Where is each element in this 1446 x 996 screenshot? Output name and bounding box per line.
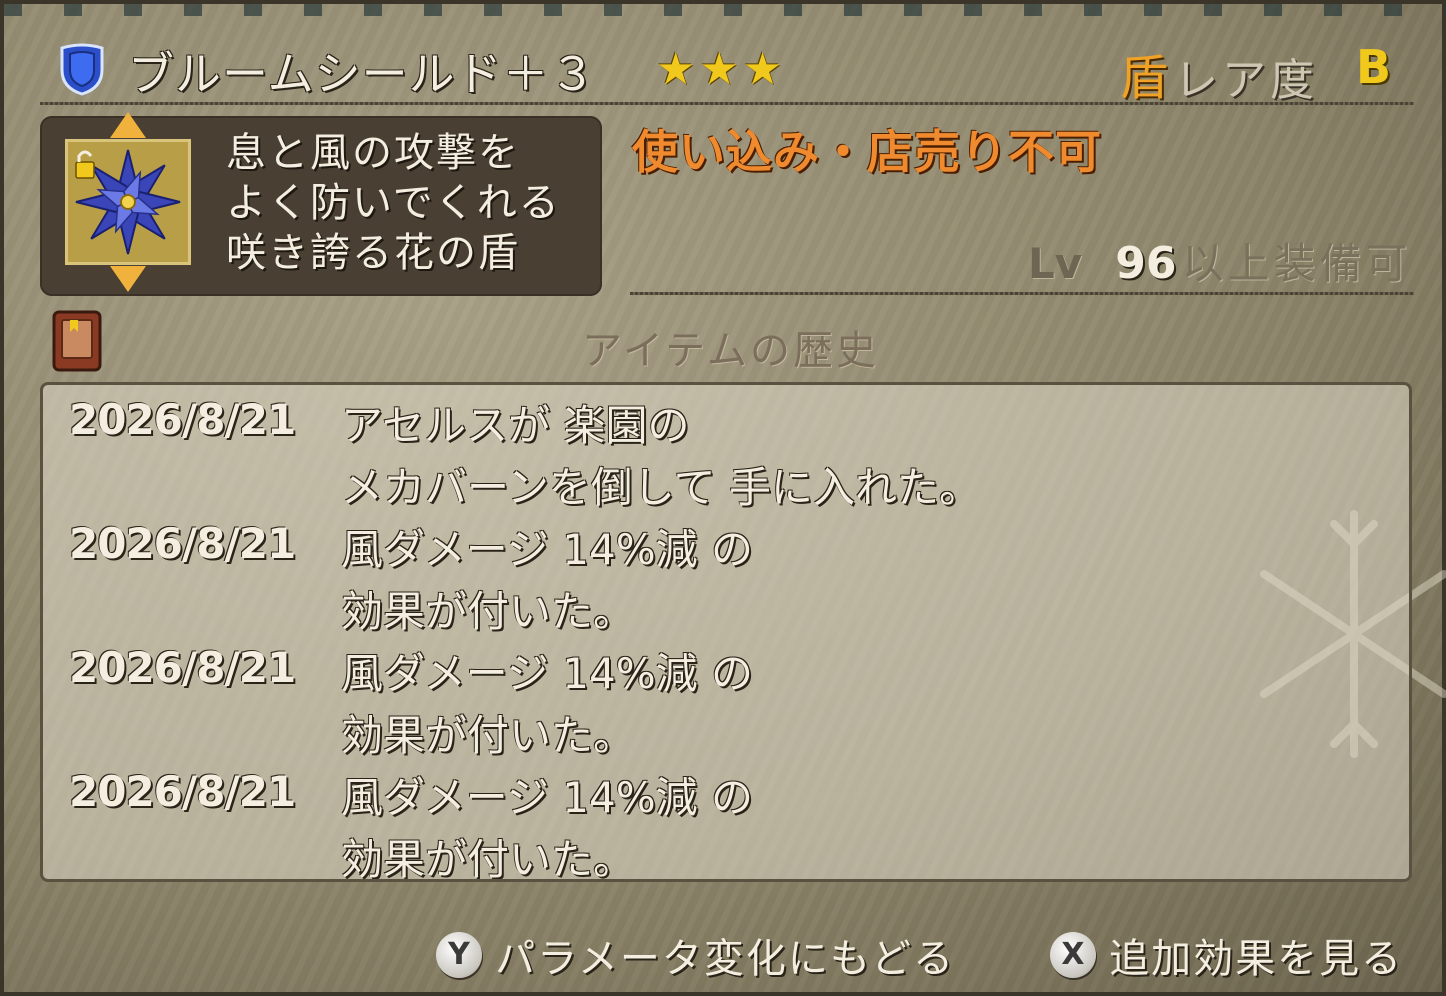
level-divider <box>630 292 1414 295</box>
history-entry: 2026/8/21 風ダメージ 14%減 の 効果が付いた。 <box>43 643 1403 767</box>
entry-line: 風ダメージ 14%減 の <box>341 649 753 698</box>
category-shield-icon: 盾 <box>1120 50 1169 106</box>
history-title: アイテムの歴史 <box>582 328 879 374</box>
entry-line: メカバーンを倒して 手に入れた。 <box>341 463 981 512</box>
entry-date: 2026/8/21 <box>69 395 296 444</box>
history-entry: 2026/8/21 風ダメージ 14%減 の 効果が付いた。 <box>43 767 1403 882</box>
lock-icon <box>75 150 95 179</box>
decorative-border <box>4 4 1446 16</box>
entry-text: 風ダメージ 14%減 の 効果が付いた。 <box>341 643 753 767</box>
item-image <box>65 139 191 265</box>
entry-date: 2026/8/21 <box>69 767 296 816</box>
rarity-label: レア度 <box>1174 55 1318 106</box>
view-additional-effects-label: 追加効果を見る <box>1109 936 1404 982</box>
entry-date: 2026/8/21 <box>69 519 296 568</box>
entry-line: 効果が付いた。 <box>341 587 636 636</box>
book-icon <box>52 310 102 372</box>
item-description: 息と風の攻撃を よく防いでくれる 咲き誇る花の盾 <box>226 128 561 278</box>
title-divider <box>40 102 1414 105</box>
equip-level-requirement: Lv 96 以上装備可 <box>1028 230 1412 290</box>
history-entry: 2026/8/21 風ダメージ 14%減 の 効果が付いた。 <box>43 519 1403 643</box>
item-detail-window: ブルームシールド＋３ ★★★ 盾 レア度 B 息と風の攻撃を よく防いでくれる … <box>0 0 1446 996</box>
restriction-text: 使い込み・店売り不可 <box>632 125 1102 179</box>
entry-line: アセルスが 楽園の <box>341 401 690 450</box>
rarity-value: B <box>1356 40 1392 94</box>
level-suffix: 以上装備可 <box>1181 239 1412 288</box>
scroll-down-arrow-icon[interactable] <box>110 266 146 292</box>
entry-line: 風ダメージ 14%減 の <box>341 773 753 822</box>
shield-icon <box>60 43 104 96</box>
entry-date: 2026/8/21 <box>69 643 296 692</box>
level-value: 96 <box>1115 238 1177 289</box>
item-description-box: 息と風の攻撃を よく防いでくれる 咲き誇る花の盾 <box>40 112 602 296</box>
description-line: 息と風の攻撃を <box>226 130 520 176</box>
back-to-parameters-button[interactable]: Y パラメータ変化にもどる <box>436 926 955 982</box>
level-label: Lv <box>1028 239 1083 288</box>
entry-line: 効果が付いた。 <box>341 711 636 760</box>
scroll-up-arrow-icon[interactable] <box>110 112 146 138</box>
x-button-icon: X <box>1050 932 1096 978</box>
bloom-flower-shield-icon <box>75 149 181 255</box>
entry-text: 風ダメージ 14%減 の 効果が付いた。 <box>341 519 753 643</box>
entry-text: 風ダメージ 14%減 の 効果が付いた。 <box>341 767 753 882</box>
item-name: ブルームシールド＋３ <box>128 47 597 101</box>
view-additional-effects-button[interactable]: X 追加効果を見る <box>1050 926 1403 982</box>
back-to-parameters-label: パラメータ変化にもどる <box>495 936 956 982</box>
description-line: 咲き誇る花の盾 <box>226 230 520 276</box>
history-entry: 2026/8/21 アセルスが 楽園の メカバーンを倒して 手に入れた。 <box>43 395 1403 519</box>
item-title-row: ブルームシールド＋３ ★★★ 盾 レア度 B <box>52 34 1412 106</box>
rarity-stars: ★★★ <box>656 44 787 95</box>
history-list[interactable]: 2026/8/21 アセルスが 楽園の メカバーンを倒して 手に入れた。 202… <box>40 382 1412 882</box>
entry-line: 風ダメージ 14%減 の <box>341 525 753 574</box>
y-button-icon: Y <box>436 932 482 978</box>
entry-line: 効果が付いた。 <box>341 835 636 882</box>
entry-text: アセルスが 楽園の メカバーンを倒して 手に入れた。 <box>341 395 981 519</box>
description-line: よく防いでくれる <box>226 180 561 226</box>
